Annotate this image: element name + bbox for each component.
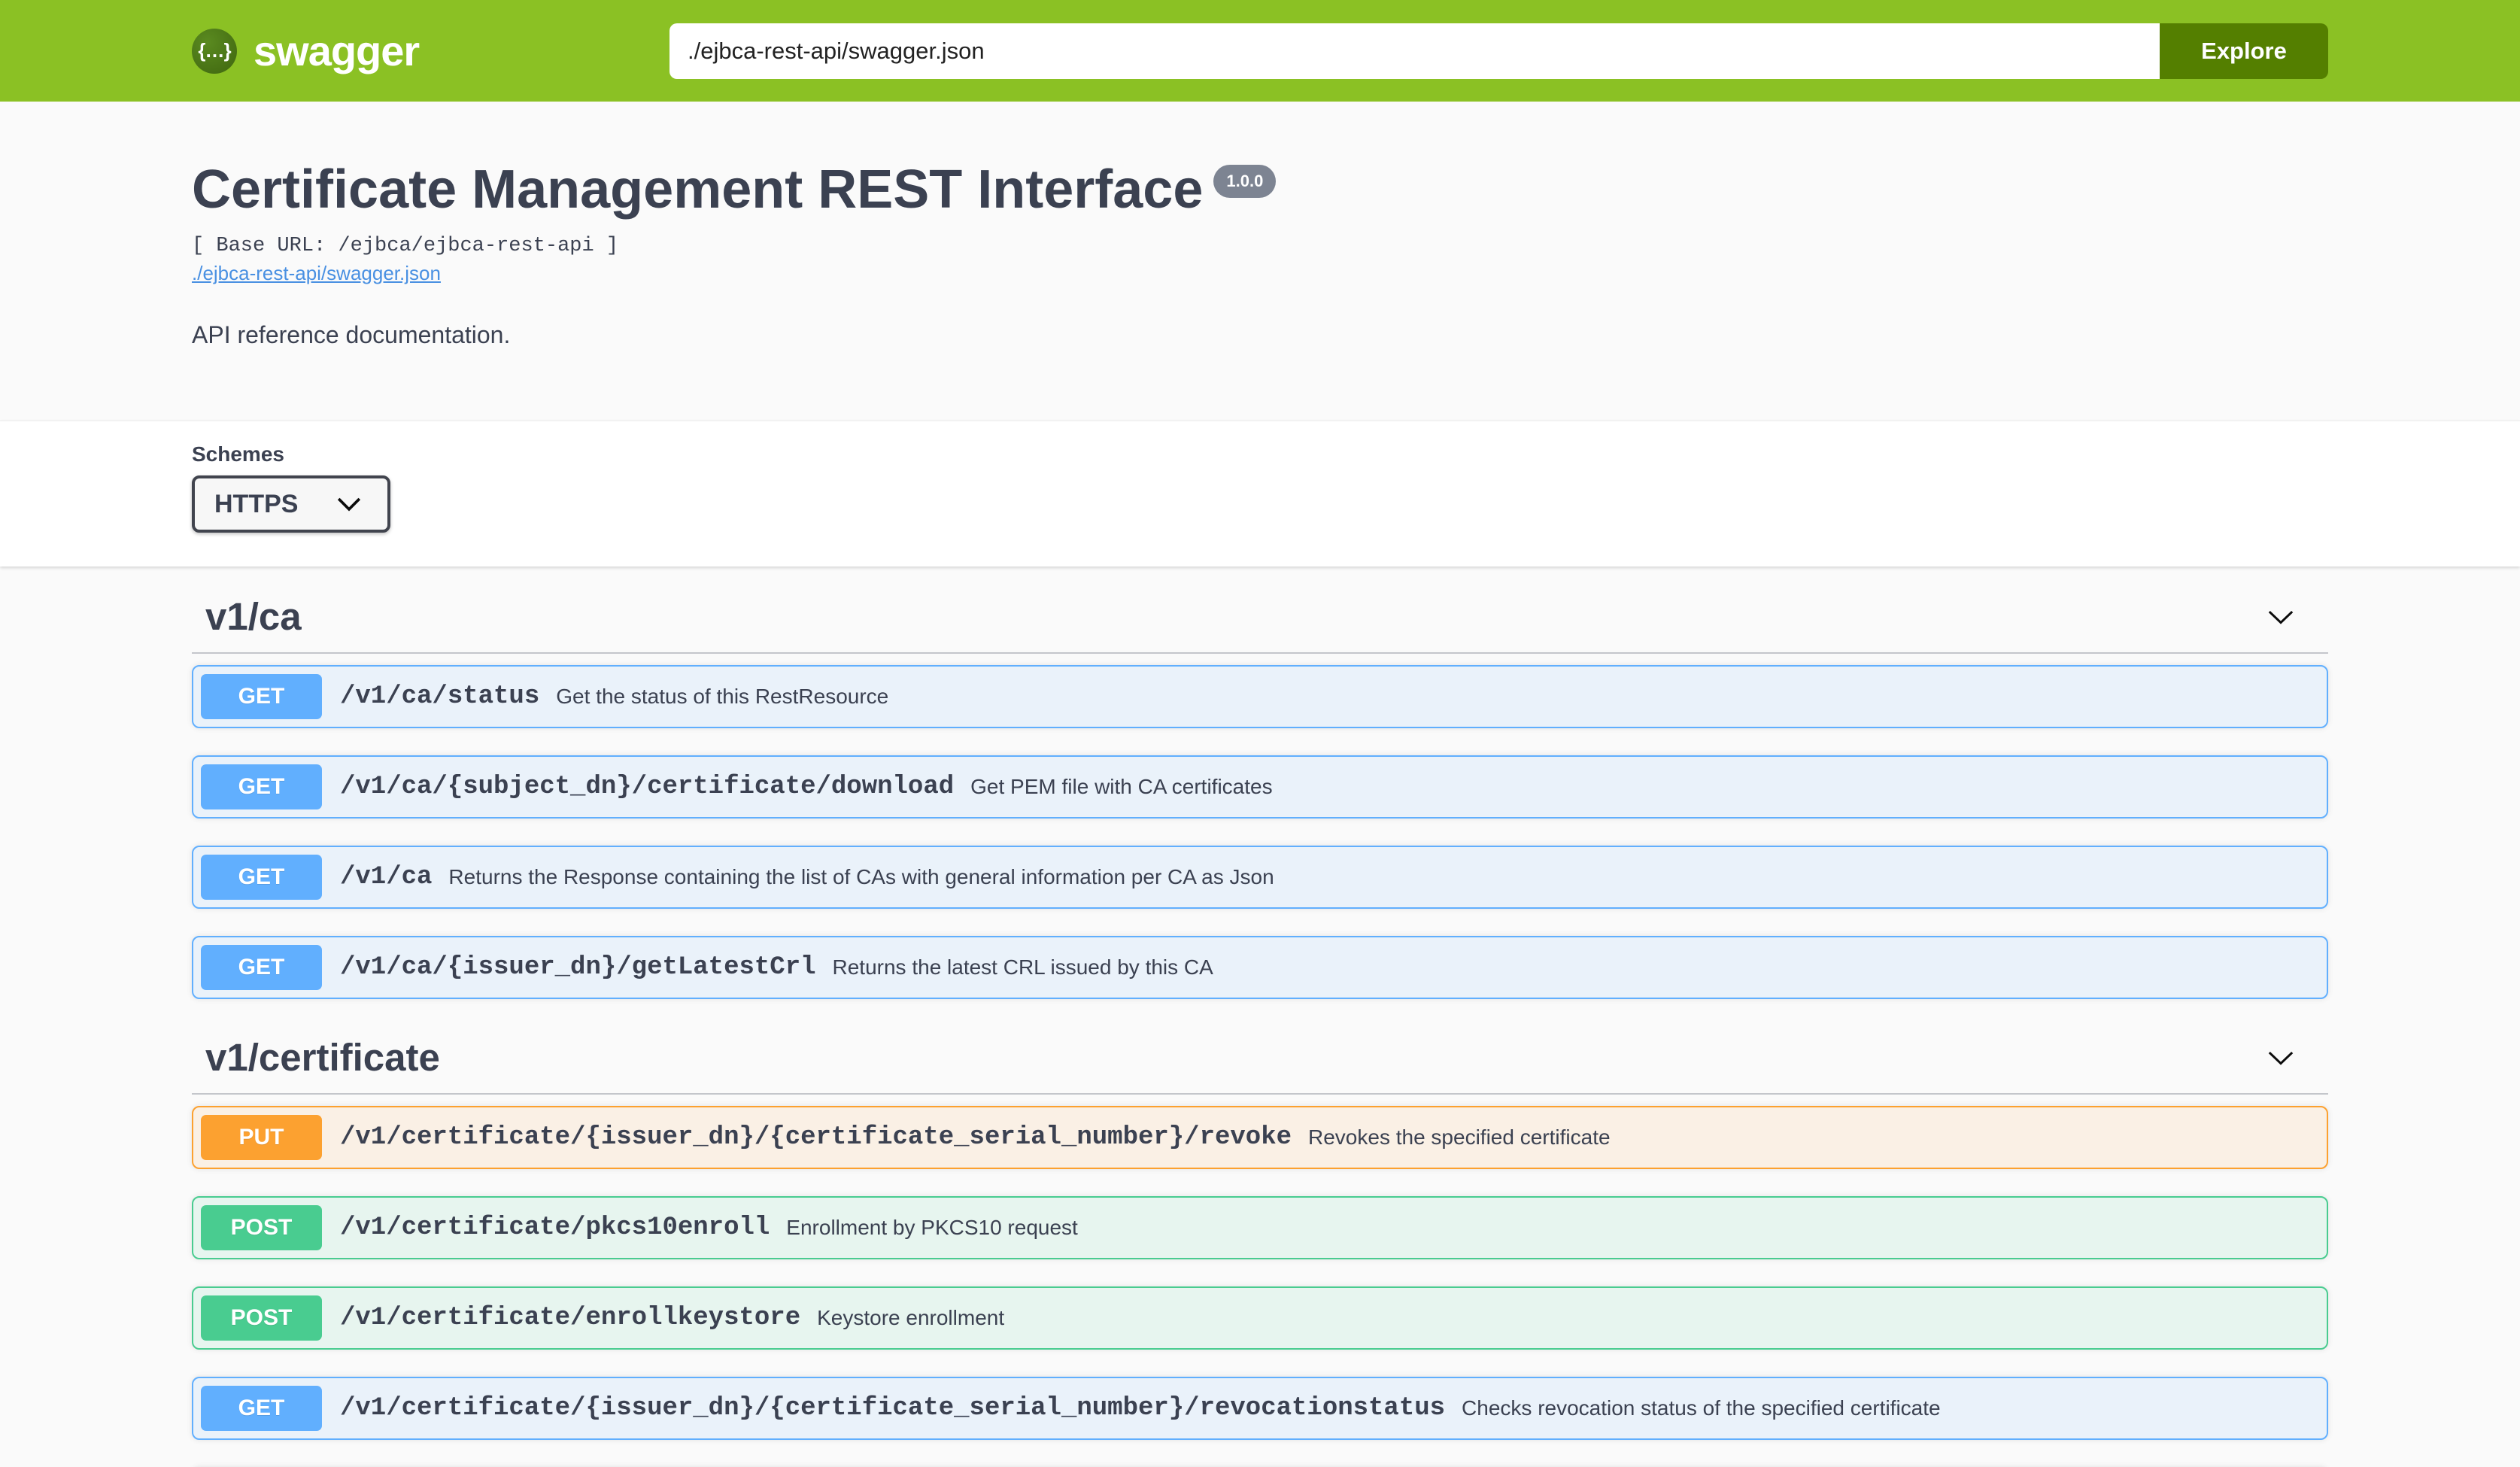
method-badge: PUT bbox=[201, 1115, 322, 1160]
topbar: {…} swagger Explore bbox=[0, 0, 2520, 102]
explore-button[interactable]: Explore bbox=[2160, 23, 2328, 79]
operation-row[interactable]: GET /v1/ca/{subject_dn}/certificate/down… bbox=[192, 755, 2328, 819]
method-badge: POST bbox=[201, 1205, 322, 1250]
operation-summary: Returns the latest CRL issued by this CA bbox=[833, 955, 1213, 980]
api-section: v1/ca GET /v1/ca/status Get the status o… bbox=[192, 585, 2328, 999]
operation-path: /v1/ca bbox=[340, 863, 432, 891]
operation-path: /v1/ca/{issuer_dn}/getLatestCrl bbox=[340, 953, 816, 982]
schemes-select[interactable]: HTTPS bbox=[192, 475, 390, 533]
chevron-down-icon[interactable] bbox=[2263, 600, 2298, 634]
section-ops: GET /v1/ca/status Get the status of this… bbox=[192, 665, 2328, 999]
section-title: v1/certificate bbox=[205, 1035, 440, 1080]
chevron-down-icon bbox=[332, 487, 366, 521]
section-header[interactable]: v1/certificate bbox=[192, 1026, 2328, 1095]
schemes-selected-value: HTTPS bbox=[214, 490, 298, 519]
operation-row[interactable]: PUT /v1/certificate/{issuer_dn}/{certifi… bbox=[192, 1106, 2328, 1169]
section-header[interactable]: v1/ca bbox=[192, 585, 2328, 654]
operation-path: /v1/certificate/pkcs10enroll bbox=[340, 1213, 770, 1242]
spec-link[interactable]: ./ejbca-rest-api/swagger.json bbox=[192, 262, 441, 285]
section-ops: PUT /v1/certificate/{issuer_dn}/{certifi… bbox=[192, 1106, 2328, 1467]
api-section: v1/certificate PUT /v1/certificate/{issu… bbox=[192, 1026, 2328, 1467]
page-title: Certificate Management REST Interface bbox=[192, 160, 1203, 220]
operation-row[interactable]: GET /v1/ca Returns the Response containi… bbox=[192, 846, 2328, 909]
operation-path: /v1/certificate/{issuer_dn}/{certificate… bbox=[340, 1394, 1445, 1423]
method-badge: GET bbox=[201, 764, 322, 809]
spec-url-input[interactable] bbox=[669, 23, 2160, 79]
method-badge: GET bbox=[201, 855, 322, 900]
operation-path: /v1/certificate/{issuer_dn}/{certificate… bbox=[340, 1123, 1292, 1152]
operation-summary: Get PEM file with CA certificates bbox=[970, 775, 1272, 799]
scheme-section: Schemes HTTPS bbox=[0, 421, 2520, 566]
operation-path: /v1/ca/{subject_dn}/certificate/download bbox=[340, 773, 954, 801]
spec-url-form: Explore bbox=[669, 23, 2328, 79]
operation-row[interactable]: GET /v1/ca/{issuer_dn}/getLatestCrl Retu… bbox=[192, 936, 2328, 999]
operation-summary: Get the status of this RestResource bbox=[556, 685, 888, 709]
api-description: API reference documentation. bbox=[192, 321, 2328, 349]
info-section: Certificate Management REST Interface 1.… bbox=[0, 102, 2520, 421]
method-badge: POST bbox=[201, 1295, 322, 1341]
operation-path: /v1/certificate/enrollkeystore bbox=[340, 1304, 800, 1332]
swagger-wordmark: swagger bbox=[254, 26, 419, 75]
operation-summary: Checks revocation status of the specifie… bbox=[1462, 1396, 1941, 1420]
method-badge: GET bbox=[201, 945, 322, 990]
operation-path: /v1/ca/status bbox=[340, 682, 539, 711]
swagger-logo-icon: {…} bbox=[192, 29, 237, 74]
operation-row[interactable]: GET /v1/ca/status Get the status of this… bbox=[192, 665, 2328, 728]
operation-row[interactable]: POST /v1/certificate/pkcs10enroll Enroll… bbox=[192, 1196, 2328, 1259]
operation-summary: Enrollment by PKCS10 request bbox=[786, 1216, 1078, 1240]
operation-row[interactable]: GET /v1/certificate/{issuer_dn}/{certifi… bbox=[192, 1377, 2328, 1440]
operation-row[interactable]: POST /v1/certificate/enrollkeystore Keys… bbox=[192, 1286, 2328, 1350]
chevron-down-icon[interactable] bbox=[2263, 1040, 2298, 1075]
method-badge: GET bbox=[201, 1386, 322, 1431]
operation-summary: Keystore enrollment bbox=[817, 1306, 1004, 1330]
base-url: [ Base URL: /ejbca/ejbca-rest-api ] bbox=[192, 235, 2328, 257]
schemes-label: Schemes bbox=[192, 442, 2328, 466]
operation-summary: Revokes the specified certificate bbox=[1308, 1125, 1611, 1150]
operations: v1/ca GET /v1/ca/status Get the status o… bbox=[192, 566, 2328, 1467]
version-badge: 1.0.0 bbox=[1213, 165, 1276, 198]
method-badge: GET bbox=[201, 674, 322, 719]
swagger-logo[interactable]: {…} swagger bbox=[192, 26, 419, 75]
section-title: v1/ca bbox=[205, 594, 302, 639]
operation-summary: Returns the Response containing the list… bbox=[448, 865, 1274, 889]
